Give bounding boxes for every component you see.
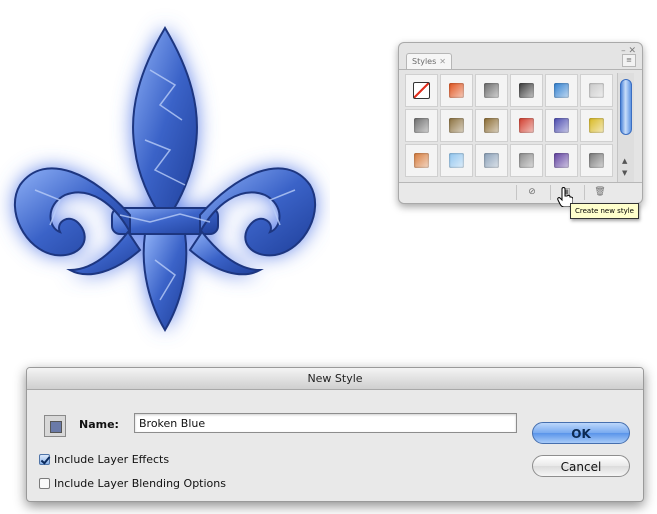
style-swatch[interactable] — [405, 74, 438, 107]
style-swatch[interactable] — [440, 144, 473, 177]
style-swatch-preview — [519, 153, 534, 168]
scroll-thumb[interactable] — [620, 79, 632, 135]
style-swatch[interactable] — [580, 144, 613, 177]
style-swatch[interactable] — [475, 74, 508, 107]
style-swatch[interactable] — [475, 109, 508, 142]
create-new-style-tooltip: Create new style — [570, 203, 639, 219]
panel-tabbar: Styles ✕ ≡ — [399, 53, 642, 70]
no-style-icon — [413, 82, 430, 99]
include-blending-options-checkbox[interactable] — [39, 478, 50, 489]
include-layer-effects-option[interactable]: Include Layer Effects — [39, 453, 169, 466]
style-swatch-preview — [449, 153, 464, 168]
style-swatch[interactable] — [510, 109, 543, 142]
style-swatch[interactable] — [475, 144, 508, 177]
cancel-button[interactable]: Cancel — [532, 455, 630, 477]
style-swatch[interactable] — [545, 74, 578, 107]
style-swatch-preview — [414, 153, 429, 168]
style-swatch[interactable] — [545, 109, 578, 142]
style-swatch-preview — [484, 153, 499, 168]
style-swatch[interactable] — [580, 74, 613, 107]
style-swatch-preview — [414, 118, 429, 133]
dialog-title: New Style — [27, 368, 643, 390]
ok-button[interactable]: OK — [532, 422, 630, 444]
delete-style-icon[interactable]: 🗑 — [584, 185, 615, 200]
style-swatch[interactable] — [510, 74, 543, 107]
style-swatch-preview — [554, 153, 569, 168]
scroll-down-arrow-icon[interactable]: ▼ — [622, 169, 627, 177]
style-swatch-preview — [449, 83, 464, 98]
fleur-de-lis-artwork — [13, 27, 317, 331]
style-swatch-preview — [449, 118, 464, 133]
style-swatch[interactable] — [405, 109, 438, 142]
style-name-input[interactable] — [134, 413, 517, 433]
style-swatch[interactable] — [580, 109, 613, 142]
style-swatch-preview — [484, 83, 499, 98]
swatch-scrollbar[interactable]: ▲ ▼ — [617, 73, 634, 183]
style-swatch-preview — [554, 118, 569, 133]
style-swatch-preview — [519, 83, 534, 98]
include-blending-options-label: Include Layer Blending Options — [54, 477, 226, 490]
include-layer-effects-checkbox[interactable] — [39, 454, 50, 465]
style-swatch[interactable] — [440, 109, 473, 142]
styles-panel: – ✕ Styles ✕ ≡ ▲ ▼ ⊘ ▣ 🗑 — [398, 42, 643, 204]
panel-menu-icon[interactable]: ≡ — [622, 54, 636, 67]
style-preview-thumbnail — [44, 415, 66, 437]
style-swatch[interactable] — [405, 144, 438, 177]
new-style-dialog: New Style Name: Include Layer Effects In… — [26, 367, 644, 502]
style-swatch[interactable] — [510, 144, 543, 177]
style-swatch-preview — [554, 83, 569, 98]
style-swatch[interactable] — [440, 74, 473, 107]
panel-footer: ⊘ ▣ 🗑 — [399, 182, 642, 203]
style-swatch-preview — [589, 153, 604, 168]
include-blending-options-option[interactable]: Include Layer Blending Options — [39, 477, 226, 490]
clear-style-icon[interactable]: ⊘ — [516, 185, 547, 200]
scroll-up-arrow-icon[interactable]: ▲ — [622, 157, 627, 165]
name-label: Name: — [79, 418, 119, 431]
style-swatch-preview — [589, 83, 604, 98]
style-swatch-preview — [519, 118, 534, 133]
include-layer-effects-label: Include Layer Effects — [54, 453, 170, 466]
tab-styles[interactable]: Styles ✕ — [406, 53, 452, 69]
style-swatch[interactable] — [545, 144, 578, 177]
style-swatch-preview — [589, 118, 604, 133]
tab-close-icon[interactable]: ✕ — [439, 57, 446, 66]
tab-styles-label: Styles — [412, 57, 437, 66]
style-swatch-preview — [484, 118, 499, 133]
style-swatch-grid — [405, 74, 615, 177]
